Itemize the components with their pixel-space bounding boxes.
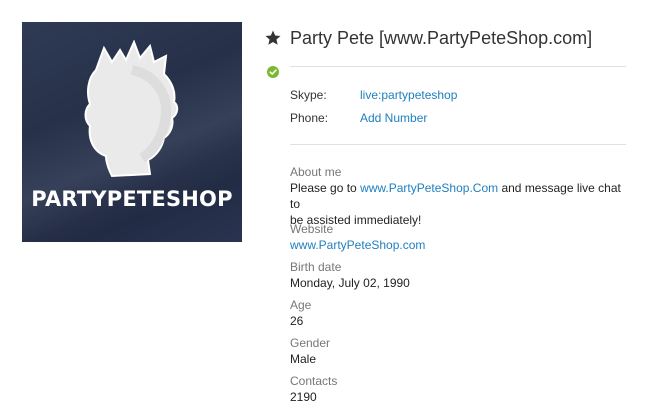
about-label: About me — [290, 165, 342, 179]
contact-divider — [290, 144, 626, 145]
about-text-prefix: Please go to — [290, 181, 361, 195]
age-section: Age 26 — [290, 298, 630, 329]
age-label: Age — [290, 298, 312, 312]
add-number-link[interactable]: Add Number — [360, 111, 427, 125]
website-link[interactable]: www.PartyPeteShop.com — [290, 237, 630, 253]
birth-date-section: Birth date Monday, July 02, 1990 — [290, 260, 630, 291]
website-label: Website — [290, 222, 334, 236]
birth-date-label: Birth date — [290, 260, 342, 274]
gender-section: Gender Male — [290, 336, 630, 367]
about-website-link[interactable]: www.PartyPeteShop.Com — [360, 181, 498, 195]
phone-label: Phone: — [290, 111, 329, 125]
gender-value: Male — [290, 352, 317, 366]
star-icon[interactable] — [264, 29, 282, 47]
about-section: About me Please go to www.PartyPeteShop.… — [290, 165, 630, 228]
contacts-count: 2190 — [290, 390, 317, 404]
header-divider — [290, 66, 626, 67]
profile-display-name: Party Pete [www.PartyPeteShop.com] — [290, 28, 593, 48]
profile-page: PARTYPETESHOP Party Pete [www.PartyPeteS… — [0, 0, 656, 415]
contacts-label: Contacts — [290, 374, 338, 388]
skype-label: Skype: — [290, 88, 327, 102]
avatar-head-silhouette — [84, 40, 179, 178]
website-section: Website www.PartyPeteShop.com — [290, 222, 630, 253]
online-status-check-icon — [267, 66, 279, 78]
skype-id-link[interactable]: live:partypeteshop — [360, 88, 457, 102]
about-text: Please go to www.PartyPeteShop.Com and m… — [290, 180, 630, 228]
age-value: 26 — [290, 314, 304, 328]
birth-date-value: Monday, July 02, 1990 — [290, 276, 410, 290]
gender-label: Gender — [290, 336, 331, 350]
contacts-section: Contacts 2190 — [290, 374, 630, 405]
avatar-brand-text: PARTYPETESHOP — [31, 187, 233, 211]
profile-avatar: PARTYPETESHOP — [22, 22, 242, 242]
